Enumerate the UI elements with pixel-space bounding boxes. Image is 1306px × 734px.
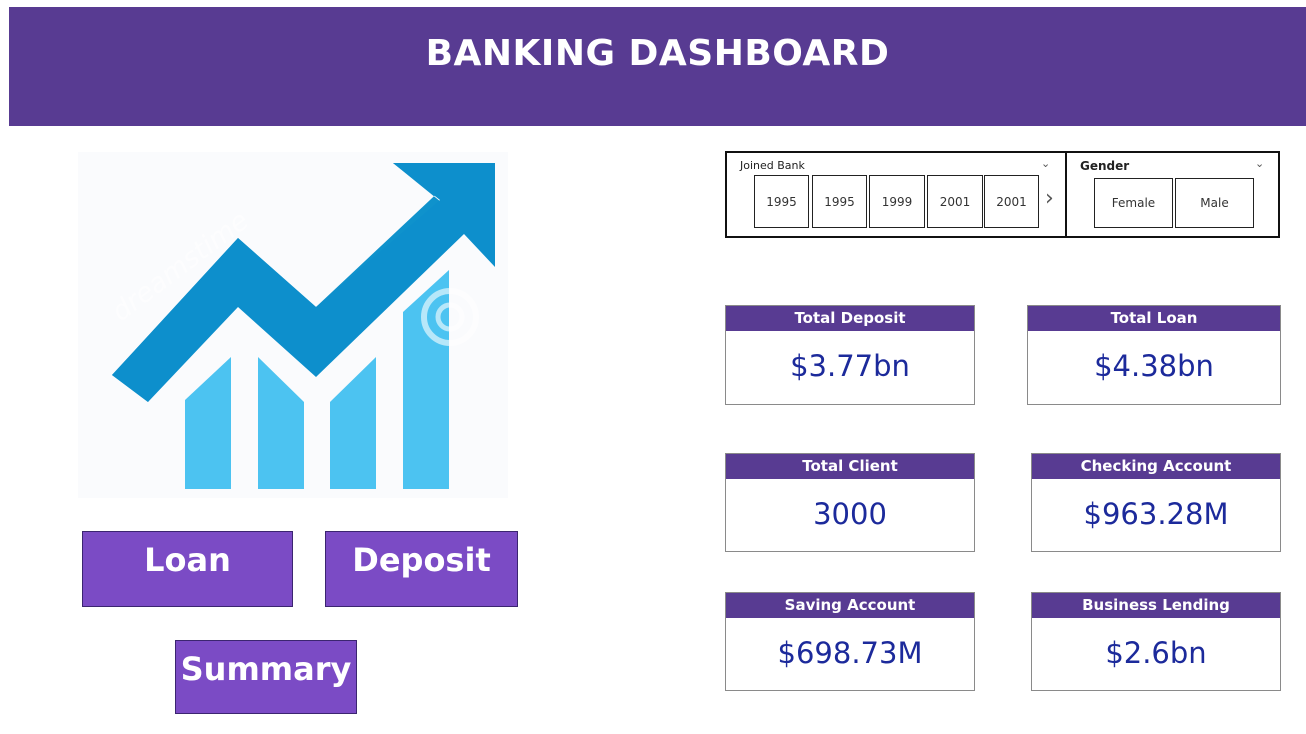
card-title: Checking Account bbox=[1032, 454, 1280, 479]
trend-arrow-icon bbox=[78, 152, 508, 498]
gender-slicer-title: Gender bbox=[1080, 159, 1130, 173]
dashboard-header: BANKING DASHBOARD bbox=[9, 7, 1306, 126]
card-title: Total Deposit bbox=[726, 306, 974, 331]
growth-chart-logo bbox=[78, 152, 508, 498]
card-value: $963.28M bbox=[1083, 497, 1229, 531]
slicer-option-year[interactable]: 1995 bbox=[812, 175, 867, 228]
loan-button-label: Loan bbox=[144, 541, 231, 579]
total-client-card: Total Client 3000 bbox=[725, 453, 975, 552]
card-value: 3000 bbox=[813, 497, 887, 531]
card-value: $3.77bn bbox=[790, 349, 910, 383]
card-value: $4.38bn bbox=[1094, 349, 1214, 383]
slicer-option-year[interactable]: 1995 bbox=[754, 175, 809, 228]
checking-account-card: Checking Account $963.28M bbox=[1031, 453, 1281, 552]
slicer-option-year[interactable]: 1999 bbox=[869, 175, 925, 228]
loan-button[interactable]: Loan bbox=[82, 531, 293, 607]
saving-account-card: Saving Account $698.73M bbox=[725, 592, 975, 691]
summary-button[interactable]: Summary bbox=[175, 640, 357, 714]
business-lending-card: Business Lending $2.6bn bbox=[1031, 592, 1281, 691]
total-deposit-card: Total Deposit $3.77bn bbox=[725, 305, 975, 405]
deposit-button-label: Deposit bbox=[352, 541, 491, 579]
card-title: Total Client bbox=[726, 454, 974, 479]
card-value: $2.6bn bbox=[1105, 636, 1207, 670]
slicer-option-year[interactable]: 2001 bbox=[927, 175, 983, 228]
card-title: Total Loan bbox=[1028, 306, 1280, 331]
gender-slicer[interactable]: Gender ⌄ Female Male bbox=[1065, 151, 1280, 238]
chevron-down-icon[interactable]: ⌄ bbox=[1041, 157, 1050, 170]
dashboard-title: BANKING DASHBOARD bbox=[425, 33, 890, 74]
joined-bank-slicer-title: Joined Bank bbox=[740, 159, 805, 172]
slicer-option-year[interactable]: 2001 bbox=[984, 175, 1039, 228]
slicer-option-female[interactable]: Female bbox=[1094, 178, 1173, 228]
total-loan-card: Total Loan $4.38bn bbox=[1027, 305, 1281, 405]
summary-button-label: Summary bbox=[180, 650, 352, 688]
card-title: Business Lending bbox=[1032, 593, 1280, 618]
deposit-button[interactable]: Deposit bbox=[325, 531, 518, 607]
card-title: Saving Account bbox=[726, 593, 974, 618]
card-value: $698.73M bbox=[777, 636, 923, 670]
joined-bank-slicer[interactable]: Joined Bank ⌄ 1995 1995 1999 2001 2001 › bbox=[725, 151, 1068, 238]
chevron-right-icon[interactable]: › bbox=[1045, 188, 1054, 210]
slicer-option-male[interactable]: Male bbox=[1175, 178, 1254, 228]
chevron-down-icon[interactable]: ⌄ bbox=[1255, 157, 1264, 170]
